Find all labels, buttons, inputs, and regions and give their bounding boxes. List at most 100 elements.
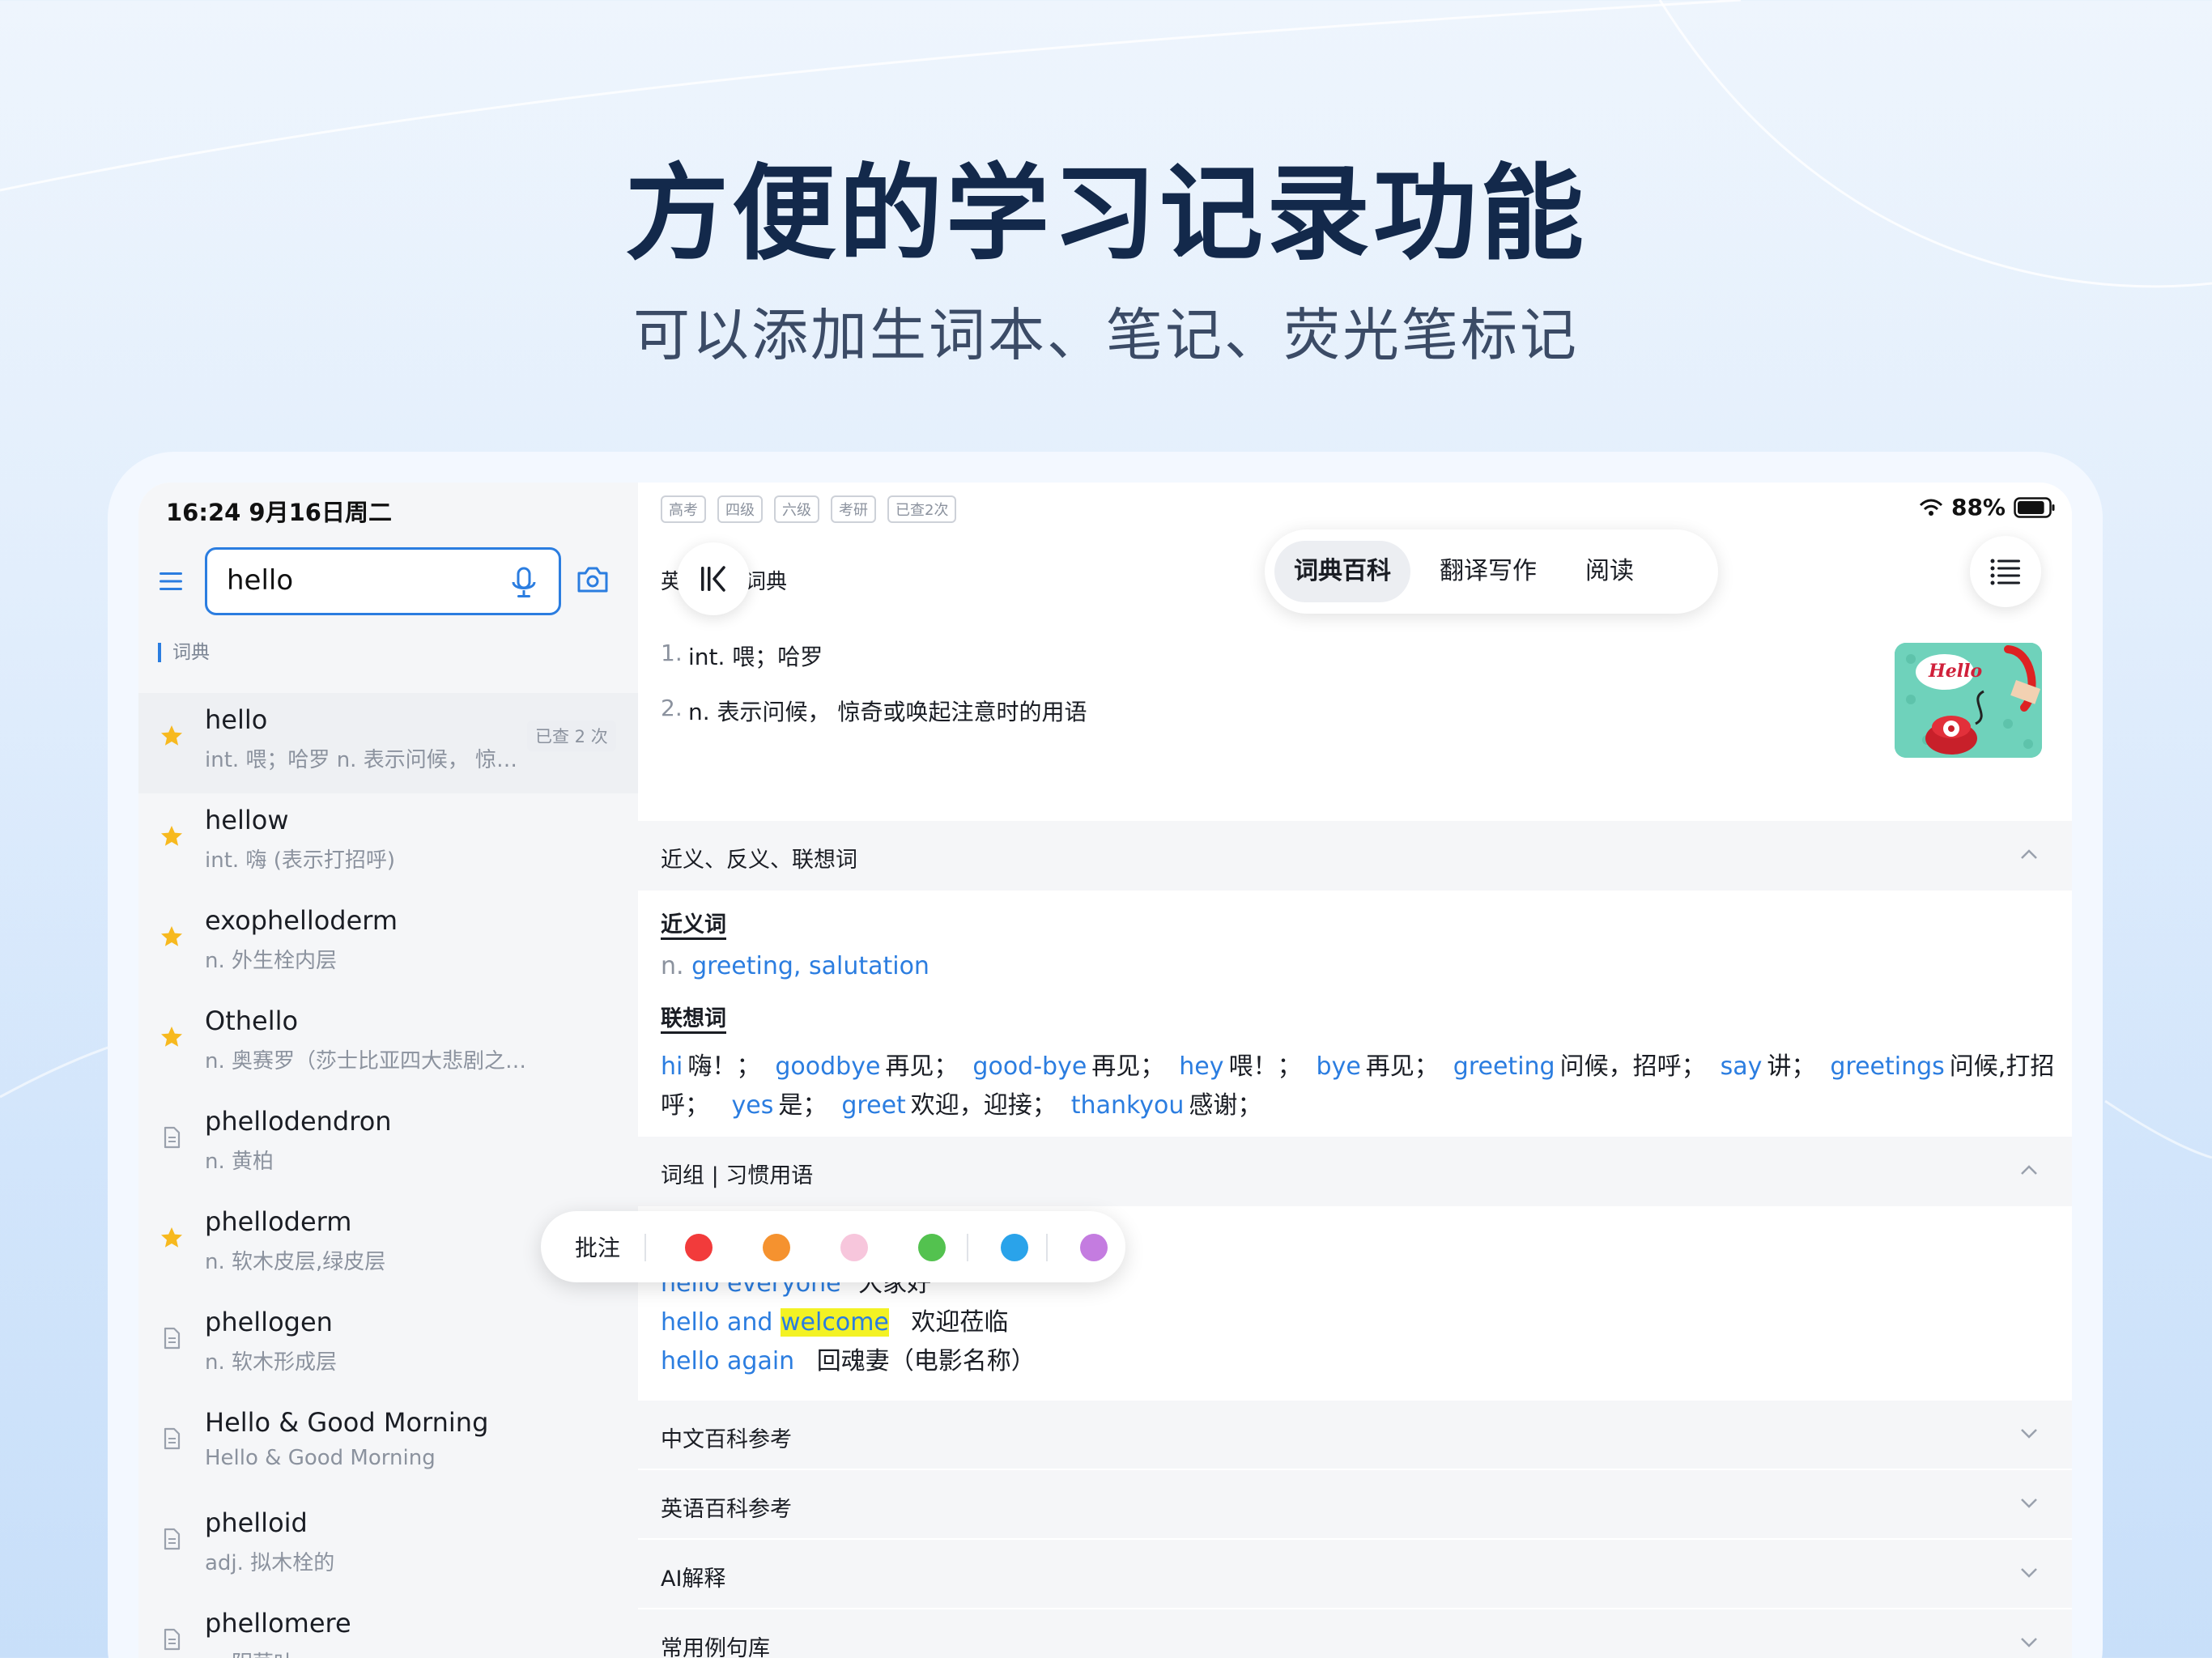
section-header-collapsed[interactable]: 英语百科参考: [638, 1469, 2072, 1538]
definition-text: int. 喂；哈罗: [688, 644, 823, 670]
word-list-item[interactable]: phelloid adj. 拟木栓的: [138, 1496, 638, 1596]
exam-tags: 高考 四级 六级 考研 已查2次: [661, 495, 957, 523]
association-word[interactable]: hey: [1179, 1052, 1223, 1081]
star-icon: [160, 1025, 184, 1049]
menu-icon[interactable]: [156, 567, 185, 596]
word-title: hellow: [205, 805, 289, 835]
highlight-color-swatch[interactable]: [763, 1234, 790, 1261]
highlight-color-swatch[interactable]: [685, 1234, 713, 1261]
mode-tabs: 词典百科 翻译写作 阅读: [1265, 529, 1718, 614]
association-continuation: 呼；: [661, 1091, 709, 1120]
association-word[interactable]: greetings: [1830, 1052, 1944, 1081]
status-right: 88%: [1919, 494, 2056, 521]
document-icon: [160, 1326, 184, 1350]
tab-translate[interactable]: 翻译写作: [1420, 541, 1556, 602]
image-caption: Hello: [1929, 661, 1983, 682]
star-icon: [160, 1226, 184, 1250]
word-title: phelloid: [205, 1507, 308, 1538]
section-title: 中文百科参考: [661, 1427, 792, 1452]
association-word[interactable]: bye: [1317, 1052, 1361, 1081]
section-label-dictionary: 词典: [158, 643, 210, 662]
association-word[interactable]: good-bye: [972, 1052, 1087, 1081]
word-list-item[interactable]: hellow int. 嗨 (表示打招呼): [138, 793, 638, 894]
synonym-links[interactable]: greeting, salutation: [691, 952, 929, 980]
exam-tag: 高考: [661, 495, 706, 523]
exam-tag: 四级: [717, 495, 763, 523]
association-meaning: 是；: [778, 1091, 827, 1120]
association-word[interactable]: thankyou: [1071, 1091, 1185, 1120]
association-word[interactable]: yes: [732, 1091, 774, 1120]
list-icon: [1990, 559, 2020, 585]
phrase-text: hello again: [661, 1347, 795, 1375]
word-definition: n. 阴茎叶: [205, 1647, 529, 1658]
highlight-color-swatch[interactable]: [918, 1234, 946, 1261]
toolbar-divider: [644, 1234, 646, 1261]
chevron-up-icon: [2021, 849, 2037, 859]
star-icon: [160, 824, 184, 848]
annotation-label[interactable]: 批注: [575, 1231, 620, 1263]
word-list-item[interactable]: phellogen n. 软木形成层: [138, 1295, 638, 1396]
outline-button[interactable]: [1970, 536, 2041, 607]
chevron-up-icon: [2021, 1165, 2037, 1175]
section-title: 常用例句库: [661, 1636, 770, 1658]
word-list-item[interactable]: Othello n. 奥赛罗（莎士比亚四大悲剧之一）: [138, 994, 638, 1095]
definition-text: n. 表示问候， 惊奇或唤起注意时的用语: [688, 699, 1087, 725]
battery-icon: [2014, 496, 2055, 518]
wifi-icon: [1919, 499, 1943, 516]
association-meaning: 再见；: [1091, 1052, 1165, 1081]
chevron-down-icon: [2021, 1568, 2037, 1578]
word-list-item[interactable]: Hello & Good Morning Hello & Good Morning: [138, 1396, 638, 1496]
word-title: phellogen: [205, 1307, 333, 1337]
word-title: Othello: [205, 1005, 299, 1036]
word-title: Hello & Good Morning: [205, 1407, 489, 1438]
association-word[interactable]: greet: [841, 1091, 905, 1120]
section-title: 词组 | 习惯用语: [661, 1163, 814, 1188]
association-word[interactable]: say: [1721, 1052, 1763, 1081]
word-illustration[interactable]: Hello: [1895, 643, 2042, 758]
battery-percent: 88%: [1950, 494, 2006, 521]
word-definition: Hello & Good Morning: [205, 1446, 436, 1470]
word-list-item[interactable]: exophelloderm n. 外生栓内层: [138, 894, 638, 994]
association-meaning: 再见；: [1365, 1052, 1439, 1081]
search-value: hello: [227, 564, 294, 597]
synonym-line: n. greeting, salutation: [661, 952, 929, 980]
highlight-color-swatch[interactable]: [1001, 1234, 1028, 1261]
association-meaning: 喂！；: [1228, 1052, 1302, 1081]
definition-number: 2.: [661, 695, 683, 721]
highlight-color-swatch[interactable]: [840, 1234, 868, 1261]
association-label: 联想词: [661, 1007, 726, 1034]
exam-tag: 已查2次: [887, 495, 957, 523]
association-word[interactable]: greeting: [1453, 1052, 1555, 1081]
word-list-item[interactable]: hello int. 喂；哈罗 n. 表示问候， 惊… 已查 2 次: [138, 693, 638, 793]
association-meaning: 欢迎，迎接；: [910, 1091, 1057, 1120]
highlight-color-swatch[interactable]: [1080, 1234, 1108, 1261]
association-word[interactable]: hi: [661, 1052, 683, 1081]
section-header-phrases[interactable]: 词组 | 习惯用语: [638, 1137, 2072, 1206]
section-header-collapsed[interactable]: 中文百科参考: [638, 1399, 2072, 1469]
microphone-icon[interactable]: [508, 566, 539, 600]
association-meaning: 问候，招呼；: [1559, 1052, 1706, 1081]
association-line: 呼； yes 是； greet 欢迎，迎接； thankyou 感谢；: [661, 1085, 1261, 1120]
word-title: hello: [205, 704, 268, 735]
association-word[interactable]: goodbye: [775, 1052, 880, 1081]
search-input[interactable]: hello: [205, 547, 561, 615]
phrase-row[interactable]: hello and welcome 欢迎莅临: [661, 1302, 1008, 1337]
section-header-synonyms[interactable]: 近义、反义、联想词: [638, 821, 2072, 891]
definition-number: 1.: [661, 640, 683, 666]
tab-dictionary[interactable]: 词典百科: [1274, 541, 1410, 602]
word-title: exophelloderm: [205, 905, 398, 936]
word-list-item[interactable]: phellomere n. 阴茎叶: [138, 1596, 638, 1658]
word-definition: int. 喂；哈罗 n. 表示问候， 惊…: [205, 748, 517, 772]
document-icon: [160, 1426, 184, 1451]
section-header-collapsed[interactable]: 常用例句库: [638, 1608, 2072, 1658]
toolbar-divider: [1046, 1234, 1048, 1261]
phrase-row[interactable]: hello again 回魂妻（电影名称）: [661, 1341, 1036, 1376]
tab-reading[interactable]: 阅读: [1566, 541, 1653, 602]
section-header-collapsed[interactable]: AI解释: [638, 1538, 2072, 1608]
camera-icon[interactable]: [576, 563, 610, 596]
collapse-sidebar-button[interactable]: [677, 542, 750, 615]
word-list-item[interactable]: phellodendron n. 黄柏: [138, 1095, 638, 1195]
main-content: 高考四级六级考研已查2次 88% 英汉英汉词典 词典百科翻译写作阅读: [638, 483, 2072, 1658]
chevron-down-icon: [2021, 1638, 2037, 1647]
phrase-meaning: 欢迎莅临: [911, 1308, 1009, 1337]
